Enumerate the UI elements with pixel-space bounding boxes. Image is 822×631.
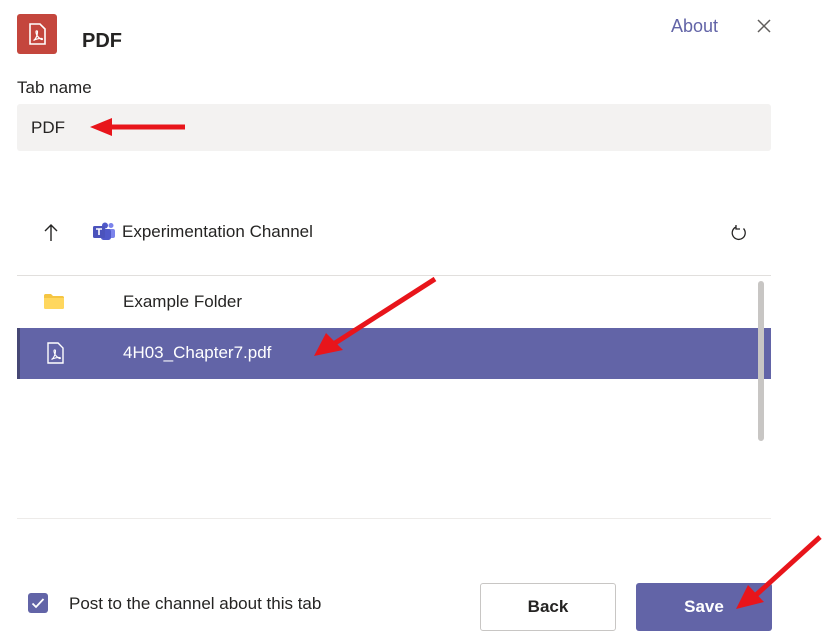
list-item-pdf-file[interactable]: 4H03_Chapter7.pdf xyxy=(17,328,771,379)
close-button[interactable] xyxy=(752,14,776,38)
pdf-app-icon xyxy=(17,14,57,54)
tab-name-input[interactable] xyxy=(17,104,771,151)
tab-name-label: Tab name xyxy=(17,78,92,97)
teams-logo-icon xyxy=(93,222,115,240)
channel-name: Experimentation Channel xyxy=(122,222,313,241)
close-icon xyxy=(757,19,771,33)
about-link[interactable]: About xyxy=(671,16,718,37)
arrow-up-icon xyxy=(44,224,58,241)
list-item-label: 4H03_Chapter7.pdf xyxy=(123,343,272,362)
pdf-file-icon xyxy=(47,342,64,364)
refresh-icon xyxy=(731,225,746,241)
navigate-up-button[interactable] xyxy=(40,220,62,244)
file-list-scrollbar[interactable] xyxy=(756,281,766,441)
checkmark-icon xyxy=(31,598,45,609)
list-item-example-folder[interactable]: Example Folder xyxy=(17,279,771,325)
folder-icon xyxy=(44,294,64,309)
refresh-button[interactable] xyxy=(728,222,750,244)
save-button[interactable]: Save xyxy=(636,583,772,631)
file-list: Example Folder 4H03_Chapter7.pdf xyxy=(17,276,771,518)
post-to-channel-checkbox[interactable] xyxy=(28,593,48,613)
tab-config-dialog: PDF About Tab name Experimentation Chann… xyxy=(0,0,790,631)
dialog-title: PDF xyxy=(82,30,122,52)
right-gutter xyxy=(790,0,822,627)
footer-divider xyxy=(17,518,771,519)
post-to-channel-label: Post to the channel about this tab xyxy=(69,594,322,613)
back-button[interactable]: Back xyxy=(480,583,616,631)
pdf-file-icon xyxy=(29,23,46,45)
list-item-label: Example Folder xyxy=(123,292,243,311)
scrollbar-thumb[interactable] xyxy=(758,281,764,441)
